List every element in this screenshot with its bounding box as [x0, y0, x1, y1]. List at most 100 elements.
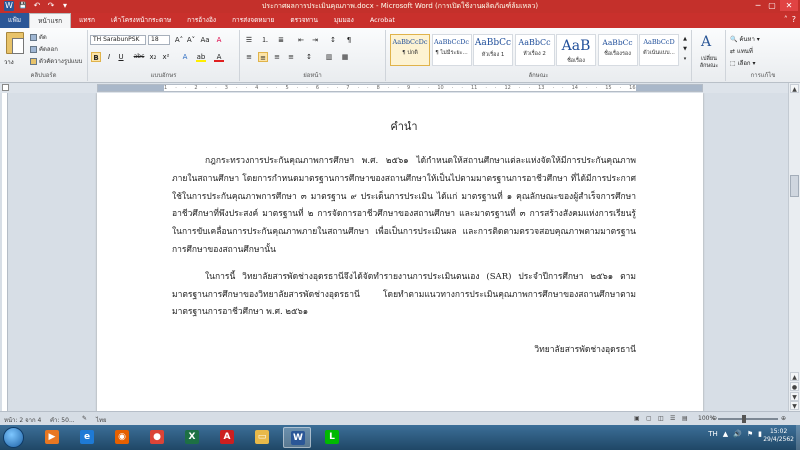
next-page-button[interactable]: ▼ — [790, 392, 799, 401]
font-size-combobox[interactable]: 18 — [148, 35, 170, 45]
print-layout-view-icon[interactable]: ▣ — [634, 415, 640, 422]
scroll-down-button[interactable]: ▼ — [790, 401, 799, 410]
tab-review[interactable]: ตรวจทาน — [282, 13, 326, 28]
help-icon[interactable]: ? — [792, 15, 796, 24]
change-case-button[interactable]: Aa — [200, 35, 210, 45]
taskbar-line-button[interactable]: L — [318, 427, 346, 448]
taskbar-word-button[interactable]: W — [283, 427, 311, 448]
minimize-button[interactable]: ─ — [752, 0, 764, 11]
taskbar-firefox-button[interactable]: ◉ — [108, 427, 136, 448]
taskbar-chrome-button[interactable]: ● — [143, 427, 171, 448]
style-2[interactable]: AaBbCcDc ¶ ไม่มีระยะ... — [431, 34, 472, 66]
volume-icon[interactable]: 🔊 — [733, 430, 742, 438]
borders-button[interactable]: ▦ — [340, 52, 350, 62]
paragraph-1[interactable]: กฎกระทรวงการประกันคุณภาพการศึกษา พ.ศ. ๒๕… — [172, 153, 636, 260]
signature-line[interactable]: วิทยาลัยสารพัดช่างอุดรธานี — [172, 342, 636, 356]
tab-home[interactable]: หน้าแรก — [29, 13, 72, 28]
draft-view-icon[interactable]: ▤ — [682, 415, 688, 422]
style-5[interactable]: AaB ชื่อเรื่อง — [556, 34, 596, 66]
decrease-indent-button[interactable]: ⇤ — [296, 35, 306, 45]
language-indicator[interactable]: ไทย — [96, 415, 107, 425]
style-1[interactable]: AaBbCcDc ¶ ปกติ — [390, 34, 430, 66]
tab-file[interactable]: แฟ้ม — [0, 13, 30, 28]
styles-more-button[interactable]: ▾ — [680, 54, 690, 64]
tab-insert[interactable]: แทรก — [71, 13, 103, 28]
document-title[interactable]: คำนำ — [172, 117, 636, 135]
word-count[interactable]: คำ: 50... — [50, 415, 75, 425]
multilevel-list-button[interactable]: ≣ — [276, 35, 286, 45]
increase-indent-button[interactable]: ⇥ — [310, 35, 320, 45]
network-icon[interactable]: ▮ — [758, 430, 762, 438]
find-button[interactable]: 🔍 ค้นหา ▾ — [730, 34, 760, 44]
line-spacing-button[interactable]: ↕ — [304, 52, 314, 62]
tab-acrobat[interactable]: Acrobat — [362, 13, 403, 28]
vertical-scrollbar[interactable]: ▲ ▲ ● ▼ ▼ — [788, 83, 800, 411]
zoom-out-button[interactable]: ⊖ — [712, 415, 717, 422]
cut-button[interactable]: ตัด — [30, 32, 47, 42]
show-marks-button[interactable]: ¶ — [344, 35, 354, 45]
web-layout-view-icon[interactable]: ◫ — [658, 415, 664, 422]
change-styles-group[interactable]: A เปลี่ยนลักษณะ — [692, 30, 726, 81]
document-page[interactable]: คำนำ กฎกระทรวงการประกันคุณภาพการศึกษา พ.… — [97, 93, 703, 411]
superscript-button[interactable]: x² — [161, 52, 171, 62]
shrink-font-button[interactable]: A˅ — [186, 35, 196, 45]
highlight-color-button[interactable]: ab — [196, 52, 206, 62]
zoom-slider-thumb[interactable] — [742, 415, 746, 423]
taskbar-media-player-button[interactable]: ▶ — [38, 427, 66, 448]
full-screen-view-icon[interactable]: ▢ — [646, 415, 652, 422]
tray-language[interactable]: TH — [708, 430, 718, 438]
text-effects-button[interactable]: A — [180, 52, 190, 62]
tab-references[interactable]: การอ้างอิง — [179, 13, 224, 28]
outline-view-icon[interactable]: ☰ — [670, 415, 675, 422]
taskbar-file-explorer-button[interactable]: ▭ — [248, 427, 276, 448]
taskbar-internet-explorer-button[interactable]: e — [73, 427, 101, 448]
taskbar-excel-button[interactable]: X — [178, 427, 206, 448]
maximize-button[interactable]: ▢ — [766, 0, 778, 11]
style-3[interactable]: AaBbCc หัวเรื่อง 1 — [473, 34, 513, 66]
format-painter-button[interactable]: ตัวคัดวางรูปแบบ — [30, 56, 82, 66]
show-desktop-button[interactable] — [796, 425, 800, 450]
align-center-button[interactable]: ≡ — [258, 52, 268, 62]
clock[interactable]: 15:02 29/4/2562 — [763, 428, 794, 444]
horizontal-ruler[interactable]: 1 · · 2 · · 3 · · 4 · · 5 · · 6 · · 7 · · 8 · · 9 · · 10 · · 11 · · 12 · · 1… — [97, 84, 703, 92]
vertical-ruler[interactable] — [2, 93, 8, 411]
page-count[interactable]: หน้า: 2 จาก 4 — [4, 415, 41, 425]
sort-button[interactable]: ↕ — [328, 35, 338, 45]
zoom-slider[interactable] — [718, 418, 778, 420]
shading-button[interactable]: ▥ — [324, 52, 334, 62]
paragraph-2[interactable]: ในการนี้ วิทยาลัยสารพัดช่างอุดรธานีจึงได… — [172, 269, 636, 322]
replace-button[interactable]: ⇄ แทนที่ — [730, 46, 753, 56]
align-left-button[interactable]: ≡ — [244, 52, 254, 62]
ruler-toggle-icon[interactable] — [2, 84, 9, 91]
styles-scroll-down-button[interactable]: ▼ — [680, 44, 690, 54]
style-7[interactable]: AaBbCcD ตัวเน้นแบบ... — [639, 34, 679, 66]
previous-page-button[interactable]: ▲ — [790, 372, 799, 381]
numbering-button[interactable]: ⒈ — [260, 35, 270, 45]
start-button[interactable] — [3, 427, 24, 448]
tray-expand-icon[interactable]: ▲ — [723, 430, 728, 438]
scroll-thumb[interactable] — [790, 175, 799, 197]
action-center-icon[interactable]: ⚑ — [747, 430, 753, 438]
scroll-up-button[interactable]: ▲ — [790, 84, 799, 93]
bullets-button[interactable]: ☰ — [244, 35, 254, 45]
style-6[interactable]: AaBbCc ชื่อเรื่องรอง — [597, 34, 638, 66]
bold-button[interactable]: B — [91, 52, 101, 62]
paste-button-label[interactable]: วาง — [4, 57, 14, 67]
zoom-in-button[interactable]: ⊕ — [781, 415, 786, 422]
tab-mailings[interactable]: การส่งจดหมาย — [224, 13, 282, 28]
page-content[interactable]: คำนำ กฎกระทรวงการประกันคุณภาพการศึกษา พ.… — [172, 117, 636, 356]
tab-page-layout[interactable]: เค้าโครงหน้ากระดาษ — [103, 13, 179, 28]
minimize-ribbon-icon[interactable]: ˄ — [784, 15, 788, 24]
grow-font-button[interactable]: A˄ — [174, 35, 184, 45]
italic-button[interactable]: I — [104, 52, 114, 62]
select-button[interactable]: ⬚ เลือก ▾ — [730, 58, 755, 68]
copy-button[interactable]: คัดลอก — [30, 44, 58, 54]
clear-formatting-button[interactable]: A — [214, 35, 224, 45]
paste-icon[interactable] — [6, 32, 24, 54]
proofing-icon[interactable]: ✎ — [82, 415, 87, 422]
style-4[interactable]: AaBbCc หัวเรื่อง 2 — [514, 34, 555, 66]
taskbar-acrobat-button[interactable]: A — [213, 427, 241, 448]
underline-button[interactable]: U — [116, 52, 126, 62]
tab-view[interactable]: มุมมอง — [326, 13, 362, 28]
strikethrough-button[interactable]: abc — [132, 52, 146, 62]
